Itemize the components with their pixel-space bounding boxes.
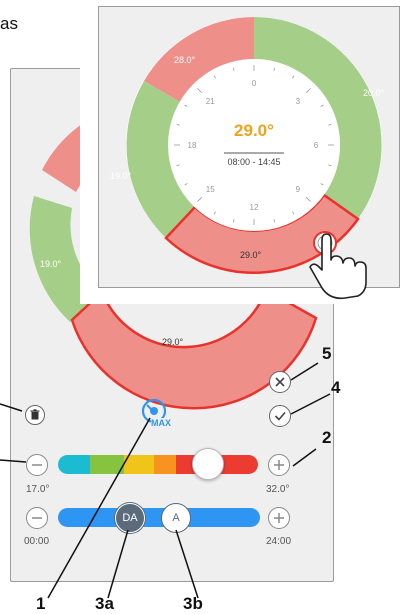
clock-hour-label: 0 (252, 79, 257, 88)
clock-hour-label: 3 (296, 97, 301, 106)
ring-temp-bottom: 29.0° (240, 250, 262, 260)
ring-temp-right: 20.0° (363, 88, 385, 98)
clock-hour-label: 21 (206, 97, 215, 106)
center-temperature: 29.0° (234, 121, 274, 140)
clock-hour-label: 15 (206, 185, 215, 194)
schedule-ring: 0 3 6 9 12 15 18 21 28.0° 20.0° 19.0° 29.0° 29.… (110, 17, 385, 300)
clock-hour-label: 6 (314, 141, 319, 150)
clock-hour-label: 18 (188, 141, 197, 150)
clock-hour-label: 12 (250, 203, 259, 212)
center-time-range: 08:00 - 14:45 (227, 157, 280, 167)
clock-hour-label: 9 (296, 185, 301, 194)
ring-temp-top-left: 28.0° (174, 55, 196, 65)
ring-temp-left: 19.0° (110, 171, 132, 181)
